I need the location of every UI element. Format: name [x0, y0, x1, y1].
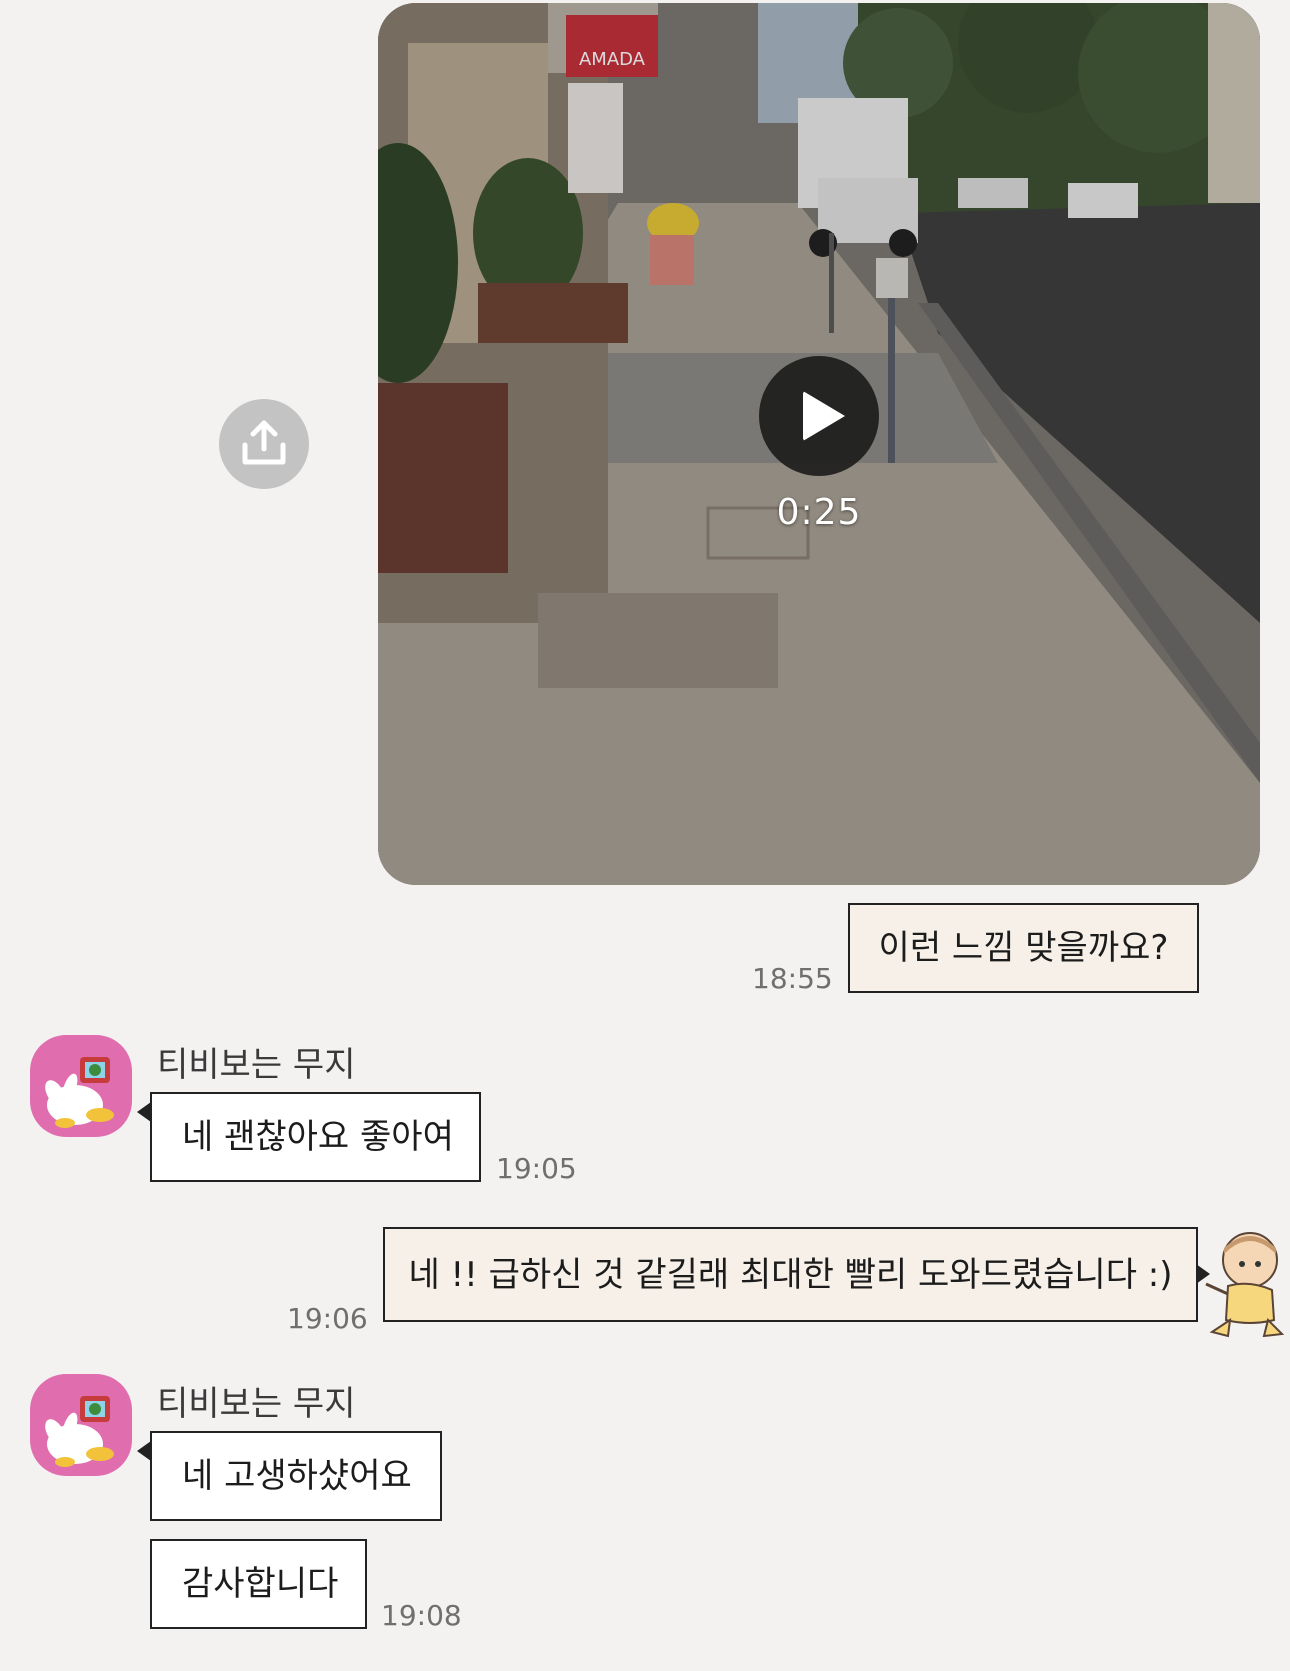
- message-time: 19:05: [496, 1152, 577, 1185]
- share-icon: [242, 420, 286, 465]
- message-time: 18:55: [752, 962, 833, 995]
- my-message-bubble[interactable]: 이런 느낌 맞을까요?: [848, 903, 1199, 993]
- their-message-bubble[interactable]: 감사합니다: [150, 1539, 367, 1629]
- message-time: 19:06: [287, 1302, 368, 1335]
- my-avatar[interactable]: [1198, 1228, 1290, 1338]
- message-text: 이런 느낌 맞을까요?: [878, 928, 1169, 968]
- message-text: 네 고생하샸어요: [182, 1456, 412, 1496]
- muzi-avatar-icon: [45, 1057, 114, 1128]
- message-text: 감사합니다: [182, 1564, 339, 1604]
- message-text: 네 !! 급하신 것 같길래 최대한 빨리 도와드렸습니다 :): [408, 1254, 1173, 1295]
- my-message-bubble[interactable]: 네 !! 급하신 것 같길래 최대한 빨리 도와드렸습니다 :): [383, 1227, 1198, 1322]
- sender-name: 티비보는 무지: [157, 1384, 356, 1424]
- play-button[interactable]: [759, 356, 879, 476]
- their-message-bubble[interactable]: 네 괜찮아요 좋아여: [150, 1092, 481, 1182]
- video-duration: 0:25: [776, 492, 862, 533]
- their-message-bubble[interactable]: 네 고생하샸어요: [150, 1431, 442, 1521]
- bubble-tail: [137, 1441, 151, 1461]
- message-text: 네 괜찮아요 좋아여: [182, 1117, 454, 1157]
- avatar[interactable]: [30, 1374, 132, 1476]
- video-message[interactable]: AMADA 0:25: [378, 3, 1260, 885]
- share-button[interactable]: [219, 399, 309, 489]
- sender-name: 티비보는 무지: [157, 1045, 356, 1085]
- avatar[interactable]: [30, 1035, 132, 1137]
- muzi-avatar-icon: [45, 1396, 114, 1467]
- bubble-tail: [137, 1102, 151, 1122]
- play-icon: [803, 391, 845, 441]
- message-time: 19:08: [381, 1599, 462, 1632]
- character-avatar-icon: [1205, 1232, 1285, 1338]
